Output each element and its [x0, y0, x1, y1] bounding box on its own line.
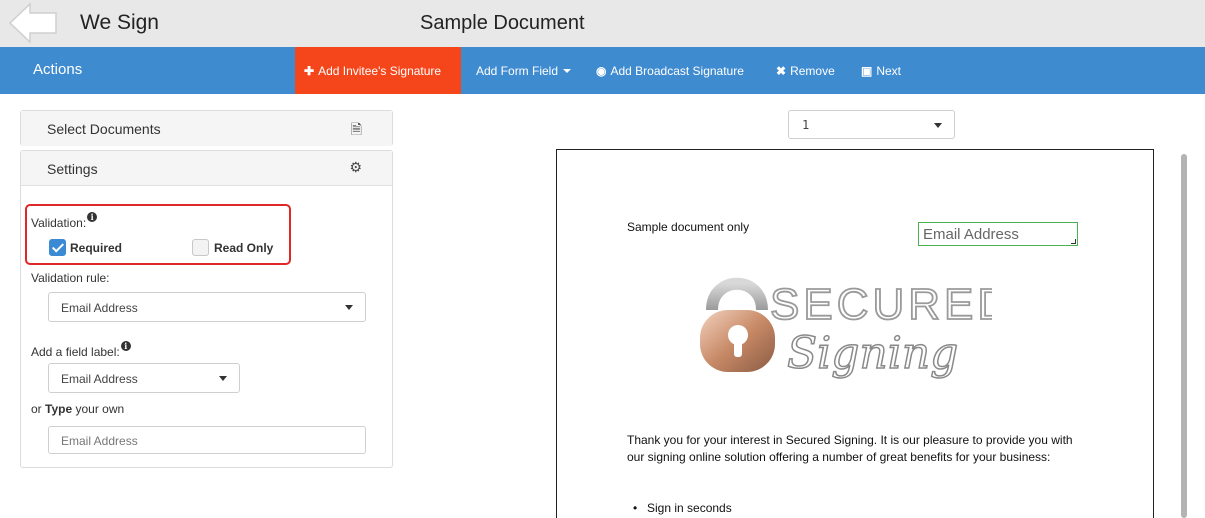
page-number-select[interactable]: 1 [788, 110, 955, 139]
gears-icon: ⚙ [349, 159, 362, 175]
info-icon: i [120, 341, 131, 351]
add-broadcast-signature-label: Add Broadcast Signature [610, 63, 744, 78]
custom-label-input[interactable]: Email Address [48, 426, 366, 454]
select-documents-header[interactable]: Select Documents 🗎 [21, 111, 392, 146]
actions-label: Actions [33, 61, 83, 78]
next-button[interactable]: ▣ Next [852, 47, 910, 94]
plus-icon: ✚ [304, 63, 315, 78]
required-label: Required [70, 241, 123, 255]
caret-down-icon [345, 305, 353, 310]
field-label-value: Email Address [61, 372, 138, 386]
secured-signing-logo: SECURED Signing [700, 277, 992, 380]
validation-rule-value: Email Address [61, 301, 138, 315]
caret-down-icon [219, 376, 227, 381]
validation-highlight-box [25, 204, 291, 265]
logo-secured-text: SECURED [770, 280, 992, 329]
remove-label: Remove [790, 63, 835, 78]
app-title: We Sign [80, 11, 159, 34]
back-arrow-icon[interactable] [8, 2, 58, 44]
settings-panel: Settings ⚙ Validation: i Required Read On… [20, 150, 393, 468]
read-only-label: Read Only [214, 241, 274, 255]
select-documents-title: Select Documents [47, 121, 161, 137]
add-invitee-signature-button[interactable]: ✚ Add Invitee's Signature [295, 47, 461, 94]
add-form-field-button[interactable]: Add Form Field [467, 47, 580, 94]
type-your-own-label: or Type your own [31, 402, 124, 416]
type-own-bold: Type [45, 402, 73, 416]
field-label-label: Add a field label: i [31, 341, 131, 359]
document-icon: 🗎 [350, 121, 362, 137]
remove-button[interactable]: ✖ Remove [767, 47, 844, 94]
top-bar: We Sign Sample Document [0, 0, 1205, 47]
email-address-field-label: Email Address [923, 226, 1019, 243]
logo-signing-text: Signing [787, 328, 958, 379]
action-bar: Actions ✚ Add Invitee's Signature Add Fo… [0, 47, 1205, 94]
required-checkbox[interactable] [49, 239, 66, 256]
add-form-field-label: Add Form Field [476, 63, 559, 78]
email-address-form-field[interactable]: Email Address [918, 222, 1078, 246]
info-icon: i [87, 212, 98, 222]
add-invitee-signature-label: Add Invitee's Signature [318, 63, 442, 78]
resize-handle-icon[interactable] [1071, 239, 1076, 244]
document-bullet-item: Sign in seconds [633, 501, 732, 515]
broadcast-icon: ◉ [596, 63, 607, 78]
read-only-checkbox[interactable] [192, 239, 209, 256]
caret-down-icon [934, 123, 942, 128]
next-icon: ▣ [861, 63, 873, 78]
close-icon: ✖ [776, 63, 787, 78]
select-documents-panel[interactable]: Select Documents 🗎 [20, 110, 393, 146]
field-label-select[interactable]: Email Address [48, 363, 240, 393]
validation-label: Validation: i [31, 212, 98, 230]
validation-rule-select[interactable]: Email Address [48, 292, 366, 322]
page-number-value: 1 [802, 118, 810, 132]
document-heading: Sample document only [627, 220, 750, 234]
caret-down-icon [563, 68, 572, 73]
document-paragraph: Thank you for your interest in Secured S… [627, 433, 1073, 464]
next-label: Next [876, 63, 902, 78]
validation-rule-label: Validation rule: [31, 271, 110, 285]
document-title: Sample Document [420, 12, 585, 34]
settings-title: Settings [47, 161, 98, 177]
type-own-suffix: your own [72, 402, 125, 416]
document-page[interactable]: Sample document only Email Address SECUR… [556, 149, 1154, 518]
add-broadcast-signature-button[interactable]: ◉ Add Broadcast Signature [587, 47, 753, 94]
validation-label-text: Validation: [31, 216, 87, 230]
document-scrollbar[interactable] [1181, 154, 1187, 518]
field-label-label-text: Add a field label: [31, 345, 120, 359]
settings-header[interactable]: Settings ⚙ [21, 151, 392, 186]
type-own-prefix: or [31, 402, 46, 416]
